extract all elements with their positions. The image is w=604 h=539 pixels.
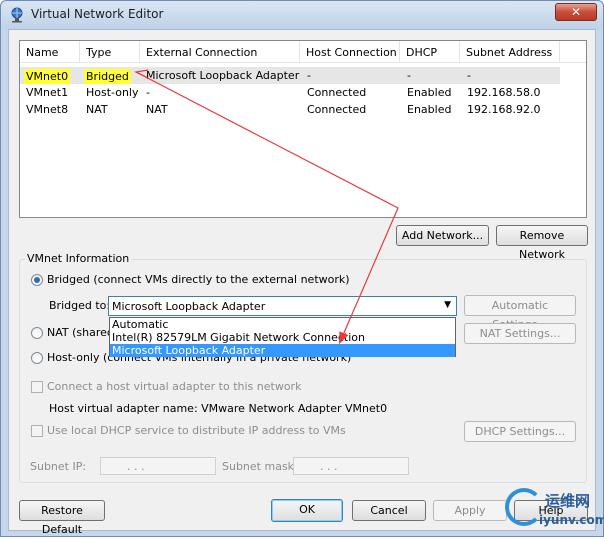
nat-radio[interactable] bbox=[31, 327, 43, 339]
subnet-mask-dots: . . . bbox=[320, 460, 338, 473]
close-button[interactable]: ✕ bbox=[555, 3, 597, 21]
cell-subnet-address: 192.168.58.0 bbox=[467, 86, 541, 99]
column-header-host-connection[interactable]: Host Connection bbox=[306, 46, 397, 59]
cell-type: Bridged bbox=[84, 69, 131, 84]
column-header-dhcp[interactable]: DHCP bbox=[406, 46, 437, 59]
dialog-client-area: Name Type External Connection Host Conne… bbox=[8, 29, 596, 536]
dropdown-option-microsoft-loopback[interactable]: Microsoft Loopback Adapter bbox=[110, 344, 455, 357]
chevron-down-icon[interactable]: ▼ bbox=[444, 300, 451, 310]
cell-subnet-address: 192.168.92.0 bbox=[467, 103, 541, 116]
apply-button[interactable]: Apply bbox=[433, 500, 507, 521]
vmnet-information-group bbox=[19, 259, 587, 483]
column-header-external-connection[interactable]: External Connection bbox=[146, 46, 257, 59]
subnet-mask-input[interactable]: . . . bbox=[293, 457, 409, 475]
watermark-logo-icon bbox=[505, 488, 543, 526]
cell-dhcp: Enabled bbox=[407, 103, 452, 116]
nat-label[interactable]: NAT (shared bbox=[47, 326, 114, 339]
list-header: Name Type External Connection Host Conne… bbox=[20, 41, 586, 63]
dropdown-option-intel-82579lm[interactable]: Intel(R) 82579LM Gigabit Network Connect… bbox=[110, 331, 455, 344]
cell-type: NAT bbox=[86, 103, 108, 116]
subnet-ip-dots: . . . bbox=[127, 460, 145, 473]
cell-host-connection: Connected bbox=[307, 86, 367, 99]
cell-external-connection: - bbox=[146, 86, 150, 99]
column-header-name[interactable]: Name bbox=[26, 46, 58, 59]
column-header-type[interactable]: Type bbox=[86, 46, 111, 59]
dhcp-settings-button[interactable]: DHCP Settings... bbox=[464, 421, 576, 442]
subnet-mask-label: Subnet mask: bbox=[222, 460, 298, 473]
title-bar: Virtual Network Editor ✕ bbox=[1, 1, 603, 29]
cell-host-connection: - bbox=[307, 69, 311, 82]
host-only-radio[interactable] bbox=[31, 352, 43, 364]
bridged-radio[interactable] bbox=[31, 274, 43, 286]
bridged-to-dropdown-list[interactable]: Automatic Intel(R) 82579LM Gigabit Netwo… bbox=[109, 317, 456, 357]
watermark-text-cn: 运维网 bbox=[545, 492, 591, 510]
connect-host-adapter-label[interactable]: Connect a host virtual adapter to this n… bbox=[47, 380, 301, 393]
network-list[interactable]: Name Type External Connection Host Conne… bbox=[19, 40, 587, 218]
bridged-to-label: Bridged to: bbox=[49, 299, 111, 312]
group-title: VMnet Information bbox=[25, 252, 132, 265]
cell-name: VMnet1 bbox=[26, 86, 69, 99]
subnet-ip-input[interactable]: . . . bbox=[100, 457, 216, 475]
cell-host-connection: Connected bbox=[307, 103, 367, 116]
subnet-ip-label: Subnet IP: bbox=[30, 460, 87, 473]
cell-name: VMnet0 bbox=[24, 69, 71, 84]
watermark-url: iyunv.com bbox=[539, 513, 604, 527]
cell-dhcp: - bbox=[407, 69, 411, 82]
cell-name: VMnet8 bbox=[26, 103, 69, 116]
restore-default-button[interactable]: Restore Default bbox=[19, 500, 105, 536]
add-network-button[interactable]: Add Network... bbox=[396, 225, 489, 246]
table-row-vmnet8[interactable]: VMnet8 NAT NAT Connected Enabled 192.168… bbox=[20, 101, 586, 118]
nat-settings-button[interactable]: NAT Settings... bbox=[464, 323, 576, 344]
cell-external-connection: Microsoft Loopback Adapter bbox=[146, 69, 300, 82]
remove-network-button[interactable]: Remove Network bbox=[496, 225, 588, 261]
iyunv-watermark: 运维网 iyunv.com bbox=[505, 488, 604, 534]
use-dhcp-checkbox[interactable] bbox=[31, 425, 43, 437]
table-row-vmnet1[interactable]: VMnet1 Host-only - Connected Enabled 192… bbox=[20, 84, 586, 101]
cell-dhcp: Enabled bbox=[407, 86, 452, 99]
column-header-subnet-address[interactable]: Subnet Address bbox=[466, 46, 552, 59]
window-title: Virtual Network Editor bbox=[31, 7, 164, 21]
cancel-button[interactable]: Cancel bbox=[352, 500, 426, 521]
automatic-settings-button[interactable]: Automatic Settings... bbox=[464, 295, 576, 331]
cell-external-connection: NAT bbox=[146, 103, 168, 116]
dropdown-option-automatic[interactable]: Automatic bbox=[110, 318, 455, 331]
bridged-label[interactable]: Bridged (connect VMs directly to the ext… bbox=[47, 273, 350, 286]
host-adapter-name: Host virtual adapter name: VMware Networ… bbox=[49, 402, 388, 415]
virtual-network-editor-window: Virtual Network Editor ✕ Name Type Exter… bbox=[0, 0, 604, 537]
use-dhcp-label[interactable]: Use local DHCP service to distribute IP … bbox=[47, 424, 346, 437]
bridged-to-value: Microsoft Loopback Adapter bbox=[112, 300, 266, 313]
connect-host-adapter-checkbox[interactable] bbox=[31, 381, 43, 393]
ok-button[interactable]: OK bbox=[271, 499, 343, 522]
network-globe-icon bbox=[11, 7, 23, 23]
cell-type: Host-only bbox=[86, 86, 139, 99]
cell-subnet-address: - bbox=[467, 69, 471, 82]
table-row-vmnet0[interactable]: VMnet0 Bridged Microsoft Loopback Adapte… bbox=[20, 67, 560, 84]
bridged-to-select[interactable]: Microsoft Loopback Adapter ▼ bbox=[108, 296, 457, 316]
